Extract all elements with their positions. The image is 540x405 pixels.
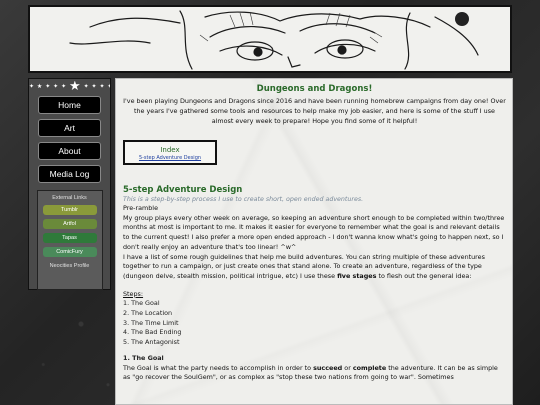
paragraph-1: My group plays every other week on avera… (123, 213, 505, 251)
article-title: 5-step Adventure Design (123, 185, 243, 195)
artfol-link[interactable]: Artfol (42, 219, 97, 229)
star-divider: ✦ ★ ✦ ✦ ✦ ★ ✦ ✦ ✦ ✦ ✦ (29, 81, 110, 93)
steps-heading: Steps: (123, 289, 144, 298)
article-subtitle: This is a step-by-step process I use to … (123, 196, 364, 203)
neocities-profile-link[interactable]: Neocities Profile (38, 263, 102, 269)
tapas-link[interactable]: Tapas (42, 233, 97, 243)
goal-heading: 1. The Goal (123, 353, 164, 362)
step-item: 1. The Goal (123, 299, 160, 308)
external-links-title: External Links (52, 195, 87, 201)
index-box: Index 5-step Adventure Design (123, 140, 217, 165)
goal-text-c: or (342, 363, 353, 372)
intro-paragraph: I've been playing Dungeons and Dragons s… (123, 97, 506, 125)
tumblr-link[interactable]: Tumblr (42, 205, 97, 215)
stars-left: ✦ ★ ✦ ✦ ✦ (29, 83, 67, 90)
paragraph-2: I have a list of some rough guidelines t… (123, 253, 507, 282)
step-item: 2. The Location (123, 309, 173, 318)
main-content: Dungeons and Dragons! I've been playing … (115, 78, 513, 405)
step-item: 5. The Antagonist (123, 338, 180, 347)
sidebar-nav: ✦ ★ ✦ ✦ ✦ ★ ✦ ✦ ✦ ✦ ✦ Home Art About Med… (28, 78, 111, 290)
nav-home-button[interactable]: Home (38, 96, 101, 114)
nav-about-button[interactable]: About (38, 142, 101, 160)
banner-sketch-illustration (69, 10, 479, 70)
nav-media-log-button[interactable]: Media Log (38, 165, 101, 183)
index-link-adventure-design[interactable]: 5-step Adventure Design (125, 155, 215, 161)
step-item: 3. The Time Limit (123, 318, 179, 327)
paragraph-2-emphasis: five stages (337, 271, 377, 280)
page-title: Dungeons and Dragons! (256, 84, 373, 94)
goal-text-a: The Goal is what the party needs to acco… (123, 363, 314, 372)
step-item: 4. The Bad Ending (123, 328, 182, 337)
stars-right: ✦ ✦ ✦ ✦ ✦ (83, 83, 110, 90)
index-title: Index (160, 146, 180, 154)
article-5-step-adventure: 5-step Adventure Design This is a step-b… (123, 185, 507, 383)
star-icon: ★ (69, 81, 82, 93)
paragraph-2-text-c: to flesh out the general idea: (376, 271, 472, 280)
comicfury-link[interactable]: ComicFury (42, 247, 97, 257)
external-links-box: External Links Tumblr Artfol Tapas Comic… (36, 190, 103, 290)
goal-emphasis-succeed: succeed (313, 363, 343, 372)
goal-emphasis-complete: complete (352, 363, 387, 372)
goal-paragraph: The Goal is what the party needs to acco… (123, 364, 507, 383)
nav-art-button[interactable]: Art (38, 119, 101, 137)
preramble-label: Pre-ramble (123, 204, 158, 212)
header-banner (28, 5, 512, 73)
